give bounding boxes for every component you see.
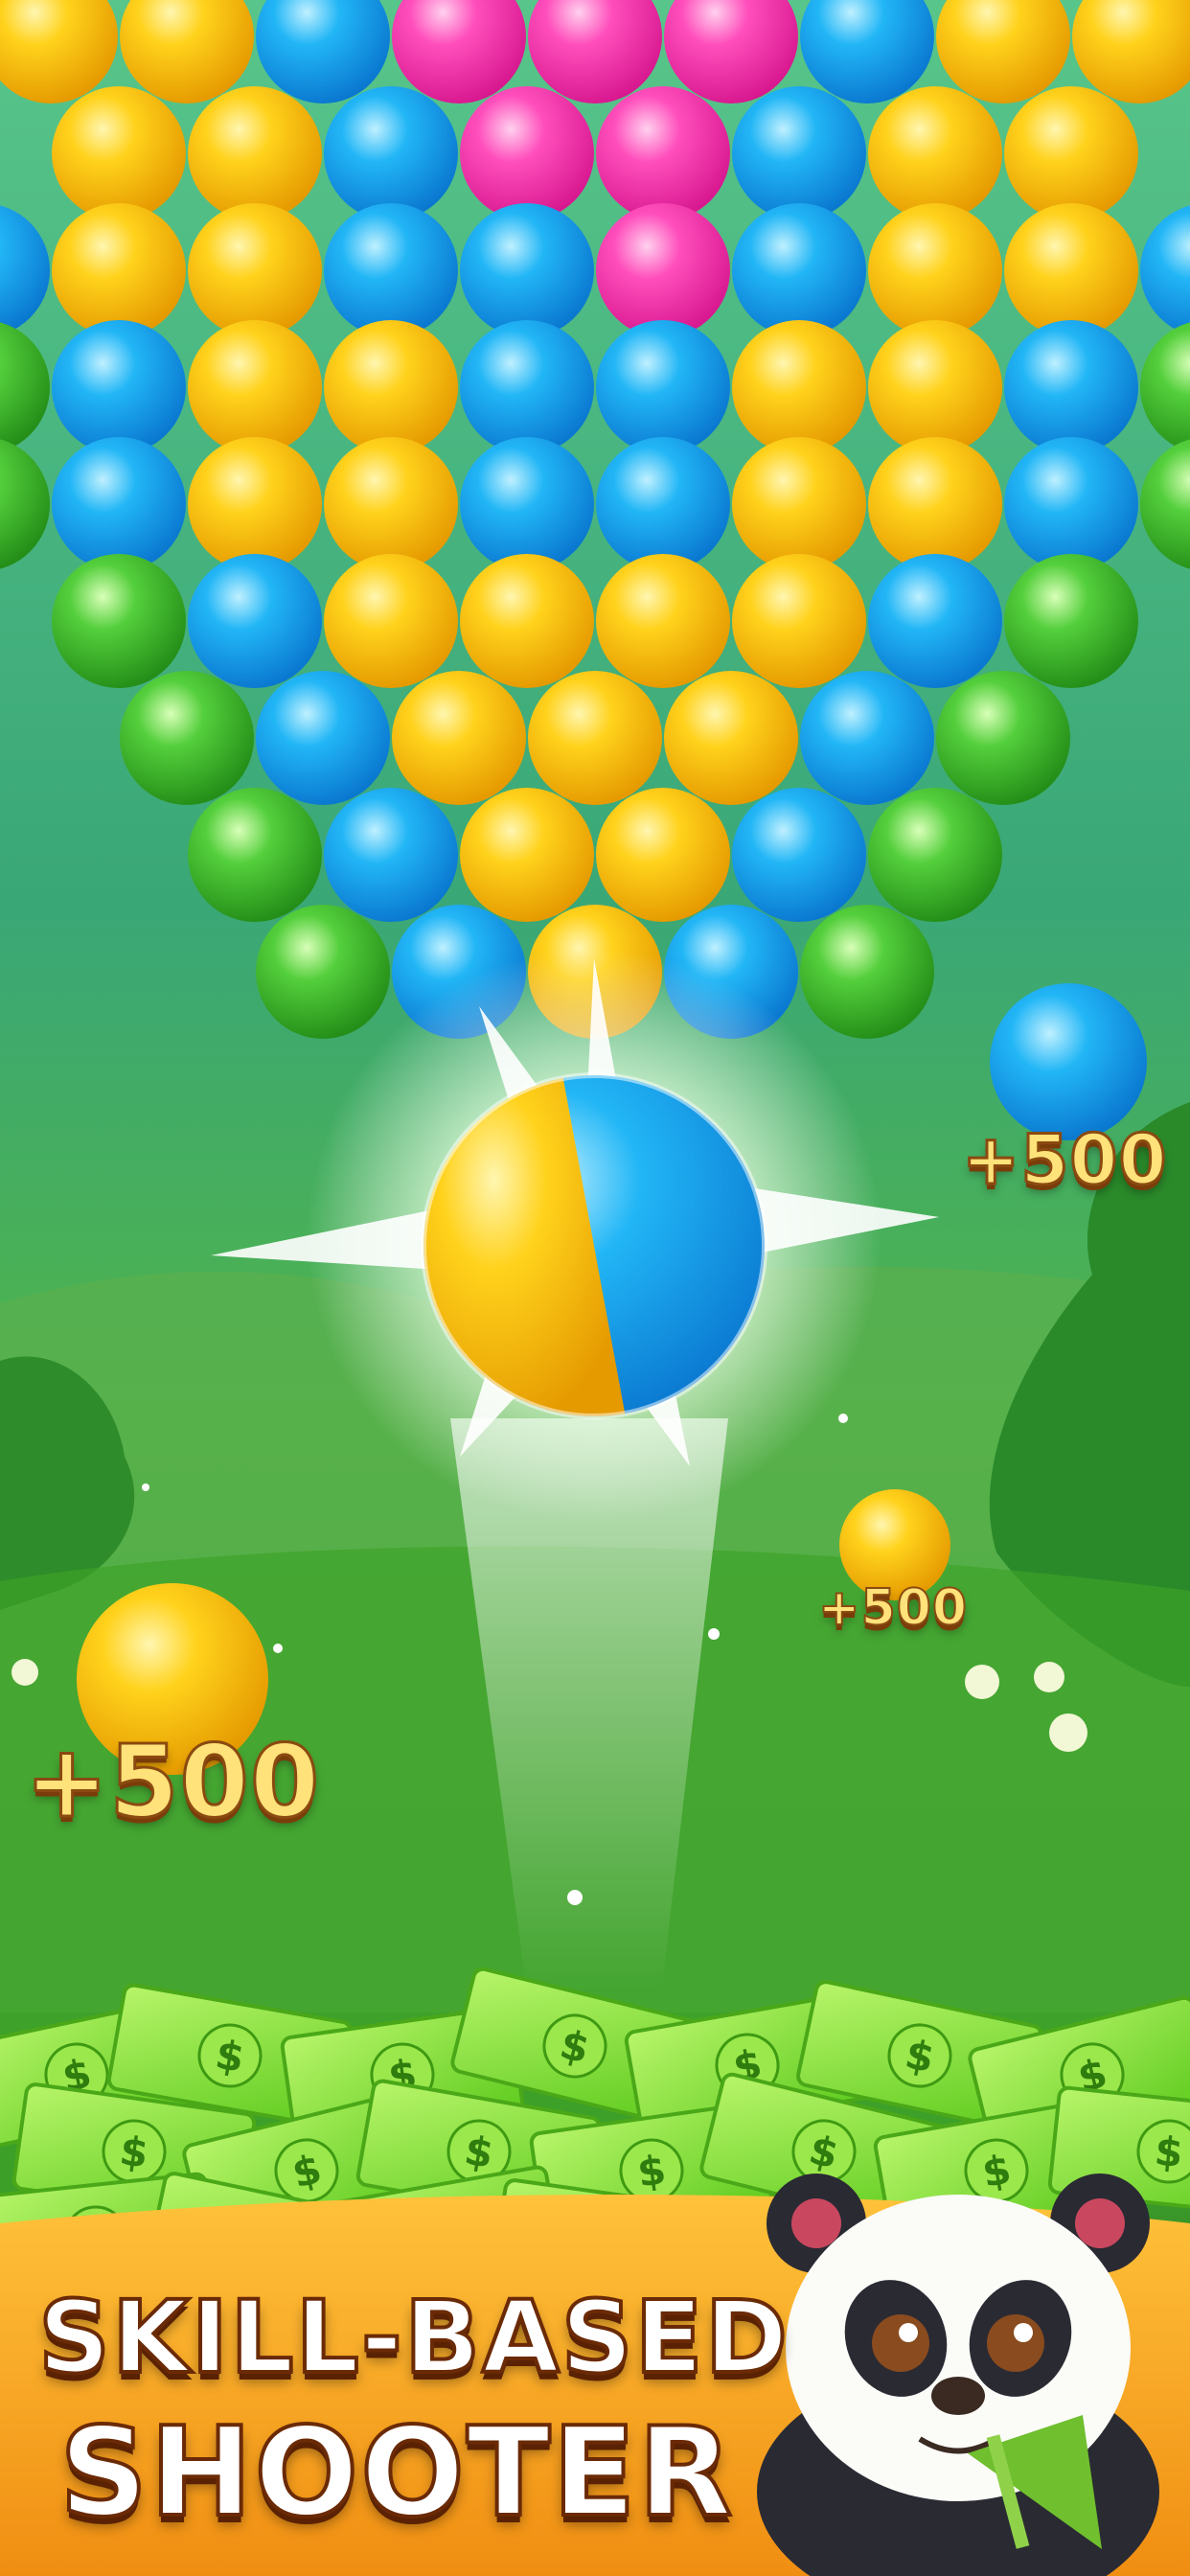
- bubble-yellow: [868, 320, 1002, 454]
- bubble-yellow: [188, 320, 322, 454]
- bubble-yellow: [188, 203, 322, 337]
- bubble-pink: [596, 203, 730, 337]
- bubble-yellow: [868, 437, 1002, 571]
- bubble-yellow: [732, 320, 866, 454]
- bubble-blue: [52, 437, 186, 571]
- panda-mascot: [757, 2174, 1159, 2576]
- bubble-yellow: [528, 671, 662, 805]
- bubble-pink: [596, 86, 730, 220]
- bubble-yellow: [52, 203, 186, 337]
- bubble-blue: [460, 437, 594, 571]
- bubble-blue: [460, 320, 594, 454]
- bubble-blue: [324, 86, 458, 220]
- score-popup-large: +500: [23, 1722, 321, 1842]
- game-scene: $$$$$$$$$$$$$$$$$$: [0, 0, 1190, 2576]
- bubble-green: [868, 788, 1002, 922]
- bubble-blue: [732, 788, 866, 922]
- bubble-blue: [1004, 320, 1138, 454]
- bubble-yellow: [188, 86, 322, 220]
- bubble-yellow: [596, 788, 730, 922]
- bubble-green: [52, 554, 186, 688]
- bubble-blue: [1004, 437, 1138, 571]
- bubble-blue: [732, 203, 866, 337]
- bubble-blue: [732, 86, 866, 220]
- bubble-green: [1004, 554, 1138, 688]
- bubble-blue: [256, 671, 390, 805]
- svg-text:$: $: [1153, 2128, 1185, 2177]
- bubble-yellow: [52, 86, 186, 220]
- bubble-yellow: [868, 86, 1002, 220]
- bubble-blue: [324, 788, 458, 922]
- score-popup-right: +500: [961, 1118, 1169, 1202]
- bubble-blue: [868, 554, 1002, 688]
- bubble-blue: [596, 437, 730, 571]
- bubble-blue: [188, 554, 322, 688]
- bubble-green: [800, 905, 934, 1039]
- bubble-blue: [800, 671, 934, 805]
- bubble-yellow: [460, 788, 594, 922]
- bubble-yellow: [324, 320, 458, 454]
- tagline-line2: SHOOTER: [57, 2400, 735, 2546]
- bubble-green: [936, 671, 1070, 805]
- bubble-blue: [52, 320, 186, 454]
- bubble-yellow: [732, 554, 866, 688]
- bubble-yellow: [868, 203, 1002, 337]
- reward-bubble-blue: [990, 983, 1147, 1140]
- bubble-yellow: [1004, 86, 1138, 220]
- bubble-yellow: [1004, 203, 1138, 337]
- bubble-yellow: [596, 554, 730, 688]
- score-popup-middle: +500: [817, 1578, 969, 1638]
- bubble-green: [256, 905, 390, 1039]
- bubble-pink: [460, 86, 594, 220]
- tagline-line1: SKILL-BASED: [36, 2277, 790, 2398]
- bubble-yellow: [188, 437, 322, 571]
- bubble-yellow: [324, 437, 458, 571]
- bubble-yellow: [324, 554, 458, 688]
- bubble-yellow: [392, 671, 526, 805]
- bubble-blue: [596, 320, 730, 454]
- bubble-green: [120, 671, 254, 805]
- bubble-yellow: [460, 554, 594, 688]
- bubble-yellow: [732, 437, 866, 571]
- bubble-blue: [460, 203, 594, 337]
- bubble-yellow: [664, 671, 798, 805]
- bubble-green: [188, 788, 322, 922]
- bubble-blue: [324, 203, 458, 337]
